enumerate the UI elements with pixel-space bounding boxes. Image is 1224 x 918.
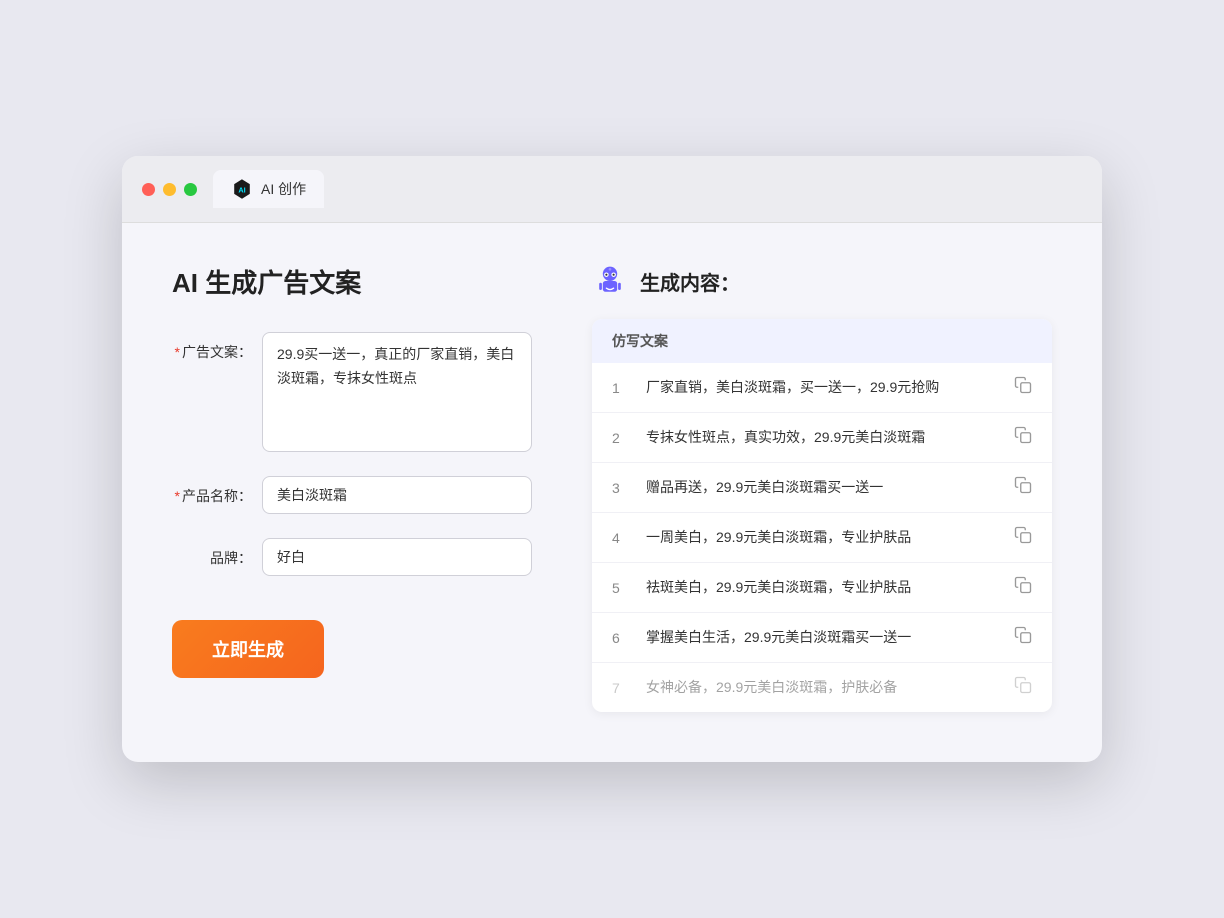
ad-copy-input[interactable]: [262, 332, 532, 452]
copy-icon[interactable]: [1014, 476, 1032, 499]
table-row: 5 祛斑美白，29.9元美白淡斑霜，专业护肤品: [592, 563, 1052, 613]
required-star: *: [175, 344, 180, 360]
table-row: 6 掌握美白生活，29.9元美白淡斑霜买一送一: [592, 613, 1052, 663]
ad-copy-label: *广告文案：: [172, 332, 252, 362]
product-name-row: *产品名称：: [172, 476, 532, 514]
brand-row: 品牌：: [172, 538, 532, 576]
row-number: 6: [612, 630, 632, 646]
copy-icon[interactable]: [1014, 576, 1032, 599]
row-text: 专抹女性斑点，真实功效，29.9元美白淡斑霜: [646, 427, 1000, 448]
right-panel: 生成内容： 仿写文案 1 厂家直销，美白淡斑霜，买一送一，29.9元抢购 2 专抹女性…: [592, 263, 1052, 712]
row-text: 一周美白，29.9元美白淡斑霜，专业护肤品: [646, 527, 1000, 548]
required-star-2: *: [175, 488, 180, 504]
table-row: 7 女神必备，29.9元美白淡斑霜，护肤必备: [592, 663, 1052, 712]
robot-icon: [592, 263, 628, 299]
ai-tab-icon: AI: [231, 178, 253, 200]
results-table: 仿写文案 1 厂家直销，美白淡斑霜，买一送一，29.9元抢购 2 专抹女性斑点，真实功…: [592, 319, 1052, 712]
right-header: 生成内容：: [592, 263, 1052, 299]
table-row: 1 厂家直销，美白淡斑霜，买一送一，29.9元抢购: [592, 363, 1052, 413]
row-number: 7: [612, 680, 632, 696]
traffic-lights: [142, 183, 197, 196]
svg-text:AI: AI: [238, 186, 245, 195]
row-text: 赠品再送，29.9元美白淡斑霜买一送一: [646, 477, 1000, 498]
minimize-button[interactable]: [163, 183, 176, 196]
table-header: 仿写文案: [592, 319, 1052, 363]
left-panel: AI 生成广告文案 *广告文案： *产品名称： 品牌： 立: [172, 263, 532, 712]
table-row: 3 赠品再送，29.9元美白淡斑霜买一送一: [592, 463, 1052, 513]
copy-icon[interactable]: [1014, 626, 1032, 649]
row-number: 2: [612, 430, 632, 446]
row-number: 5: [612, 580, 632, 596]
row-text: 掌握美白生活，29.9元美白淡斑霜买一送一: [646, 627, 1000, 648]
row-number: 4: [612, 530, 632, 546]
copy-icon[interactable]: [1014, 526, 1032, 549]
main-content: AI 生成广告文案 *广告文案： *产品名称： 品牌： 立: [122, 223, 1102, 762]
maximize-button[interactable]: [184, 183, 197, 196]
results-list: 1 厂家直销，美白淡斑霜，买一送一，29.9元抢购 2 专抹女性斑点，真实功效，29.…: [592, 363, 1052, 712]
titlebar: AI AI 创作: [122, 156, 1102, 223]
tab-label: AI 创作: [261, 179, 306, 199]
ai-tab[interactable]: AI AI 创作: [213, 170, 324, 208]
table-row: 2 专抹女性斑点，真实功效，29.9元美白淡斑霜: [592, 413, 1052, 463]
copy-icon[interactable]: [1014, 426, 1032, 449]
browser-window: AI AI 创作 AI 生成广告文案 *广告文案： *产品名称：: [122, 156, 1102, 762]
ad-copy-row: *广告文案：: [172, 332, 532, 452]
product-name-input[interactable]: [262, 476, 532, 514]
page-title: AI 生成广告文案: [172, 263, 532, 300]
row-text: 祛斑美白，29.9元美白淡斑霜，专业护肤品: [646, 577, 1000, 598]
copy-icon[interactable]: [1014, 376, 1032, 399]
brand-input[interactable]: [262, 538, 532, 576]
product-name-label: *产品名称：: [172, 476, 252, 506]
row-text: 女神必备，29.9元美白淡斑霜，护肤必备: [646, 677, 1000, 698]
brand-label: 品牌：: [172, 538, 252, 568]
row-number: 1: [612, 380, 632, 396]
generate-button[interactable]: 立即生成: [172, 620, 324, 678]
row-number: 3: [612, 480, 632, 496]
close-button[interactable]: [142, 183, 155, 196]
table-row: 4 一周美白，29.9元美白淡斑霜，专业护肤品: [592, 513, 1052, 563]
row-text: 厂家直销，美白淡斑霜，买一送一，29.9元抢购: [646, 377, 1000, 398]
right-panel-title: 生成内容：: [640, 267, 740, 296]
copy-icon[interactable]: [1014, 676, 1032, 699]
